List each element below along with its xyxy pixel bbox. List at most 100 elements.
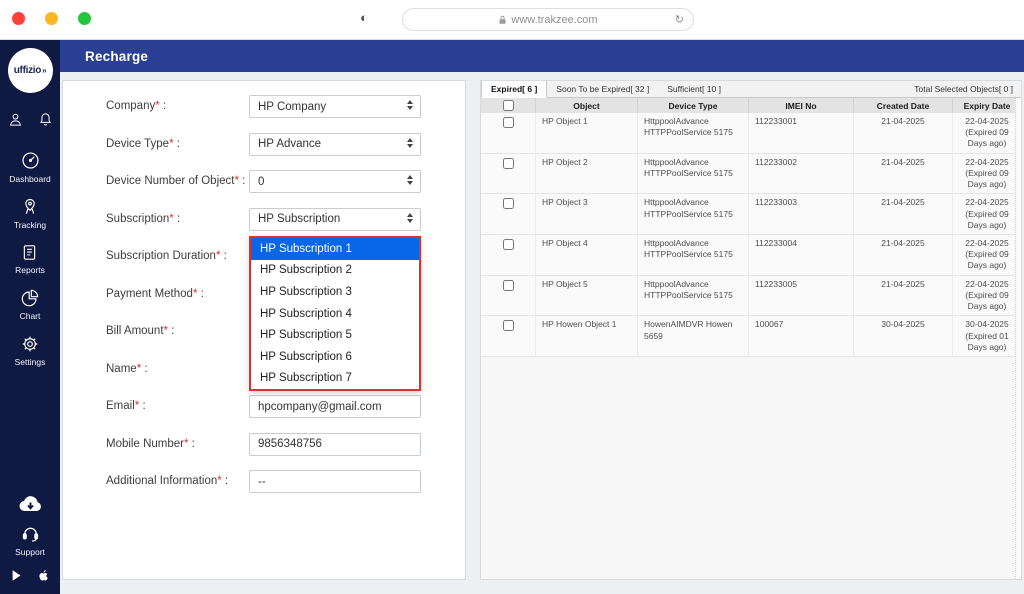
recharge-form: Company* : HP Company Device Type* : HP … — [62, 80, 466, 580]
reload-icon[interactable]: ↻ — [675, 13, 684, 26]
google-play-icon[interactable] — [10, 568, 24, 583]
created-date-cell: 21-04-2025 — [854, 235, 953, 276]
page-header: Recharge — [60, 40, 1024, 72]
sidebar-item-label: Tracking — [14, 220, 46, 230]
subscription-dropdown: HP Subscription 1 HP Subscription 2 HP S… — [249, 236, 421, 391]
close-button[interactable] — [12, 12, 25, 25]
tab-expired[interactable]: Expired[ 6 ] — [481, 81, 547, 98]
expiry-date-cell: 22-04-2025 (Expired 09 Days ago) — [953, 235, 1021, 276]
dropdown-option-2[interactable]: HP Subscription 2 — [251, 260, 419, 282]
imei-cell: 112233004 — [749, 235, 854, 276]
maximize-button[interactable] — [78, 12, 91, 25]
dropdown-option-5[interactable]: HP Subscription 5 — [251, 324, 419, 346]
url-text: www.trakzee.com — [511, 14, 597, 26]
bell-icon[interactable] — [37, 111, 54, 128]
dropdown-option-3[interactable]: HP Subscription 3 — [251, 281, 419, 303]
mobile-number-label: Mobile Number* : — [106, 433, 249, 450]
headset-icon — [20, 523, 41, 544]
device-type-select[interactable]: HP Advance — [249, 133, 421, 156]
table-scrollbar[interactable] — [1015, 98, 1021, 579]
form-row-company: Company* : HP Company — [106, 95, 465, 133]
status-tabbar: Expired[ 6 ] Soon To be Expired[ 32 ] Su… — [481, 81, 1021, 98]
logo-text: uffizio — [14, 65, 41, 76]
apple-icon[interactable] — [36, 567, 51, 584]
object-cell: HP Object 4 — [536, 235, 638, 276]
subscription-label: Subscription* : — [106, 208, 249, 225]
form-row-device-number: Device Number of Object* : 0 — [106, 170, 465, 208]
object-cell: HP Howen Object 1 — [536, 316, 638, 357]
tab-soon-to-be-expired[interactable]: Soon To be Expired[ 32 ] — [547, 81, 658, 97]
device-type-cell: HttppoolAdvance HTTPPoolService 5175 — [638, 154, 749, 195]
sidebar-item-reports[interactable]: Reports — [15, 243, 45, 275]
additional-information-label: Additional Information* : — [106, 470, 249, 487]
row-checkbox[interactable] — [503, 320, 514, 331]
sidebar-item-label: Support — [15, 547, 45, 557]
sidebar-item-label: Dashboard — [9, 174, 51, 184]
expiry-date-cell: 22-04-2025 (Expired 09 Days ago) — [953, 154, 1021, 195]
form-row-additional-info: Additional Information* : — [106, 470, 465, 508]
device-type-cell: HowenAIMDVR Howen 5659 — [638, 316, 749, 357]
additional-information-field[interactable] — [249, 470, 421, 493]
select-all-checkbox[interactable] — [503, 100, 514, 111]
device-type-cell: HttppoolAdvance HTTPPoolService 5175 — [638, 235, 749, 276]
dropdown-option-7[interactable]: HP Subscription 7 — [251, 368, 419, 390]
lock-icon — [498, 15, 507, 25]
created-date-cell: 30-04-2025 — [854, 316, 953, 357]
dropdown-option-4[interactable]: HP Subscription 4 — [251, 303, 419, 325]
sidebar-item-label: Chart — [20, 311, 41, 321]
email-label: Email* : — [106, 395, 249, 412]
mobile-number-field[interactable] — [249, 433, 421, 456]
table-row: HP Object 3 HttppoolAdvance HTTPPoolServ… — [481, 194, 1021, 235]
window-controls — [12, 12, 91, 25]
sidebar-item-label: Settings — [15, 357, 46, 367]
sidebar-item-tracking[interactable]: Tracking — [14, 197, 46, 230]
device-type-cell: HttppoolAdvance HTTPPoolService 5175 — [638, 194, 749, 235]
select-stepper-icon — [407, 175, 413, 185]
content-area: Company* : HP Company Device Type* : HP … — [60, 72, 1024, 594]
column-imei-no: IMEI No — [749, 98, 854, 113]
objects-panel: Expired[ 6 ] Soon To be Expired[ 32 ] Su… — [480, 80, 1022, 580]
logo-arrow: » — [42, 66, 46, 75]
browser-chrome: ◐ www.trakzee.com ↻ — [0, 0, 1024, 40]
expiry-date-cell: 22-04-2025 (Expired 09 Days ago) — [953, 276, 1021, 317]
sidebar-item-dashboard[interactable]: Dashboard — [9, 150, 51, 184]
form-row-email: Email* : — [106, 395, 465, 433]
row-checkbox[interactable] — [503, 280, 514, 291]
object-cell: HP Object 1 — [536, 113, 638, 154]
name-label: Name* : — [106, 358, 249, 375]
minimize-button[interactable] — [45, 12, 58, 25]
row-checkbox[interactable] — [503, 198, 514, 209]
row-checkbox[interactable] — [503, 117, 514, 128]
dashboard-icon — [20, 150, 41, 171]
form-row-device-type: Device Type* : HP Advance — [106, 133, 465, 171]
created-date-cell: 21-04-2025 — [854, 276, 953, 317]
url-bar[interactable]: www.trakzee.com ↻ — [402, 8, 694, 31]
dropdown-option-1[interactable]: HP Subscription 1 — [251, 238, 419, 260]
subscription-select[interactable]: HP Subscription — [249, 208, 421, 231]
privacy-shield-icon[interactable]: ◐ — [360, 10, 368, 25]
expiry-date-cell: 22-04-2025 (Expired 09 Days ago) — [953, 113, 1021, 154]
device-number-stepper[interactable]: 0 — [249, 170, 421, 193]
sidebar-item-support[interactable]: Support — [15, 523, 45, 557]
reports-icon — [20, 243, 39, 262]
row-checkbox[interactable] — [503, 239, 514, 250]
form-row-mobile: Mobile Number* : — [106, 433, 465, 471]
settings-icon — [20, 334, 40, 354]
expiry-date-cell: 30-04-2025 (Expired 01 Days ago) — [953, 316, 1021, 357]
column-object: Object — [536, 98, 638, 113]
device-type-label: Device Type* : — [106, 133, 249, 150]
sidebar-item-chart[interactable]: Chart — [20, 288, 41, 321]
chart-icon — [20, 288, 40, 308]
user-icon[interactable] — [7, 111, 24, 128]
object-cell: HP Object 5 — [536, 276, 638, 317]
email-field[interactable] — [249, 395, 421, 418]
cloud-download-button[interactable] — [17, 493, 43, 515]
bill-amount-label: Bill Amount* : — [106, 320, 249, 337]
company-select[interactable]: HP Company — [249, 95, 421, 118]
row-checkbox[interactable] — [503, 158, 514, 169]
column-created-date: Created Date — [854, 98, 953, 113]
expiry-date-cell: 22-04-2025 (Expired 09 Days ago) — [953, 194, 1021, 235]
dropdown-option-6[interactable]: HP Subscription 6 — [251, 346, 419, 368]
tab-sufficient[interactable]: Sufficient[ 10 ] — [658, 81, 730, 97]
sidebar-item-settings[interactable]: Settings — [15, 334, 46, 367]
